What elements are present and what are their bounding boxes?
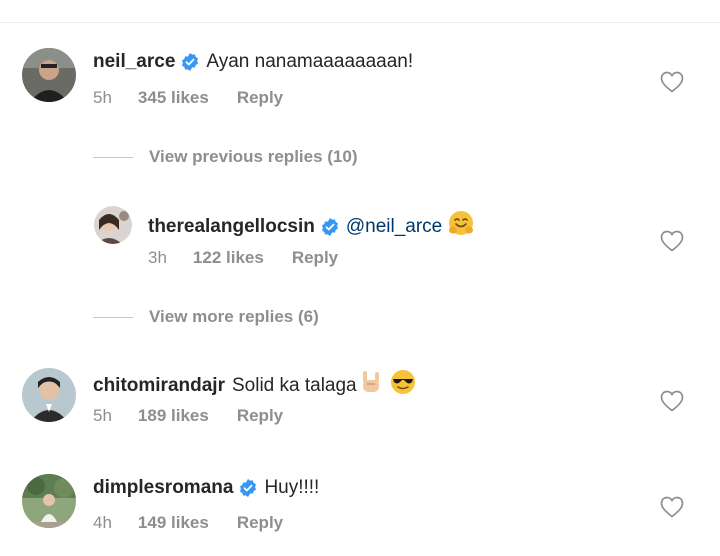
comment-time: 3h — [148, 248, 167, 267]
verified-badge-icon — [321, 217, 339, 236]
comment-time: 5h — [93, 406, 112, 425]
mention-link[interactable]: @neil_arce — [346, 215, 442, 239]
verified-badge-icon — [181, 53, 199, 71]
reply-button[interactable]: Reply — [237, 88, 283, 108]
username[interactable]: chitomirandajr — [93, 374, 225, 398]
view-more-replies-label[interactable]: View more replies (6) — [149, 307, 319, 327]
reply-button[interactable]: Reply — [237, 513, 283, 533]
like-heart-icon[interactable] — [660, 496, 684, 518]
reply-button[interactable]: Reply — [292, 248, 338, 268]
verified-badge-icon — [239, 479, 257, 497]
avatar[interactable] — [22, 368, 76, 422]
comment-text: Solid ka talaga — [231, 374, 357, 396]
avatar[interactable] — [22, 474, 76, 528]
reply-button[interactable]: Reply — [237, 406, 283, 426]
likes-count[interactable]: 149 likes — [138, 513, 209, 533]
like-heart-icon[interactable] — [660, 390, 684, 412]
sign-of-horns-emoji-icon — [360, 369, 382, 402]
comment-time: 5h — [93, 88, 112, 107]
like-heart-icon[interactable] — [660, 230, 684, 252]
divider-line — [93, 316, 133, 318]
view-previous-replies-label[interactable]: View previous replies (10) — [149, 147, 358, 167]
likes-count[interactable]: 189 likes — [138, 406, 209, 426]
sunglasses-emoji-icon — [390, 369, 416, 402]
username[interactable]: therealangellocsin — [148, 215, 315, 239]
comment-text: Ayan nanamaaaaaaaan! — [206, 51, 414, 72]
avatar[interactable] — [94, 206, 132, 244]
likes-count[interactable]: 345 likes — [138, 88, 209, 108]
view-previous-replies[interactable]: View previous replies (10) — [93, 147, 358, 167]
top-divider — [0, 22, 720, 23]
likes-count[interactable]: 122 likes — [193, 248, 264, 268]
comment-text: Huy!!!! — [264, 477, 320, 498]
avatar[interactable] — [22, 48, 76, 102]
like-heart-icon[interactable] — [660, 71, 684, 93]
divider-line — [93, 156, 133, 158]
username[interactable]: dimplesromana — [93, 476, 233, 500]
hugging-face-emoji-icon — [448, 210, 474, 243]
username[interactable]: neil_arce — [93, 50, 175, 74]
comment-time: 4h — [93, 513, 112, 532]
view-more-replies[interactable]: View more replies (6) — [93, 307, 319, 327]
